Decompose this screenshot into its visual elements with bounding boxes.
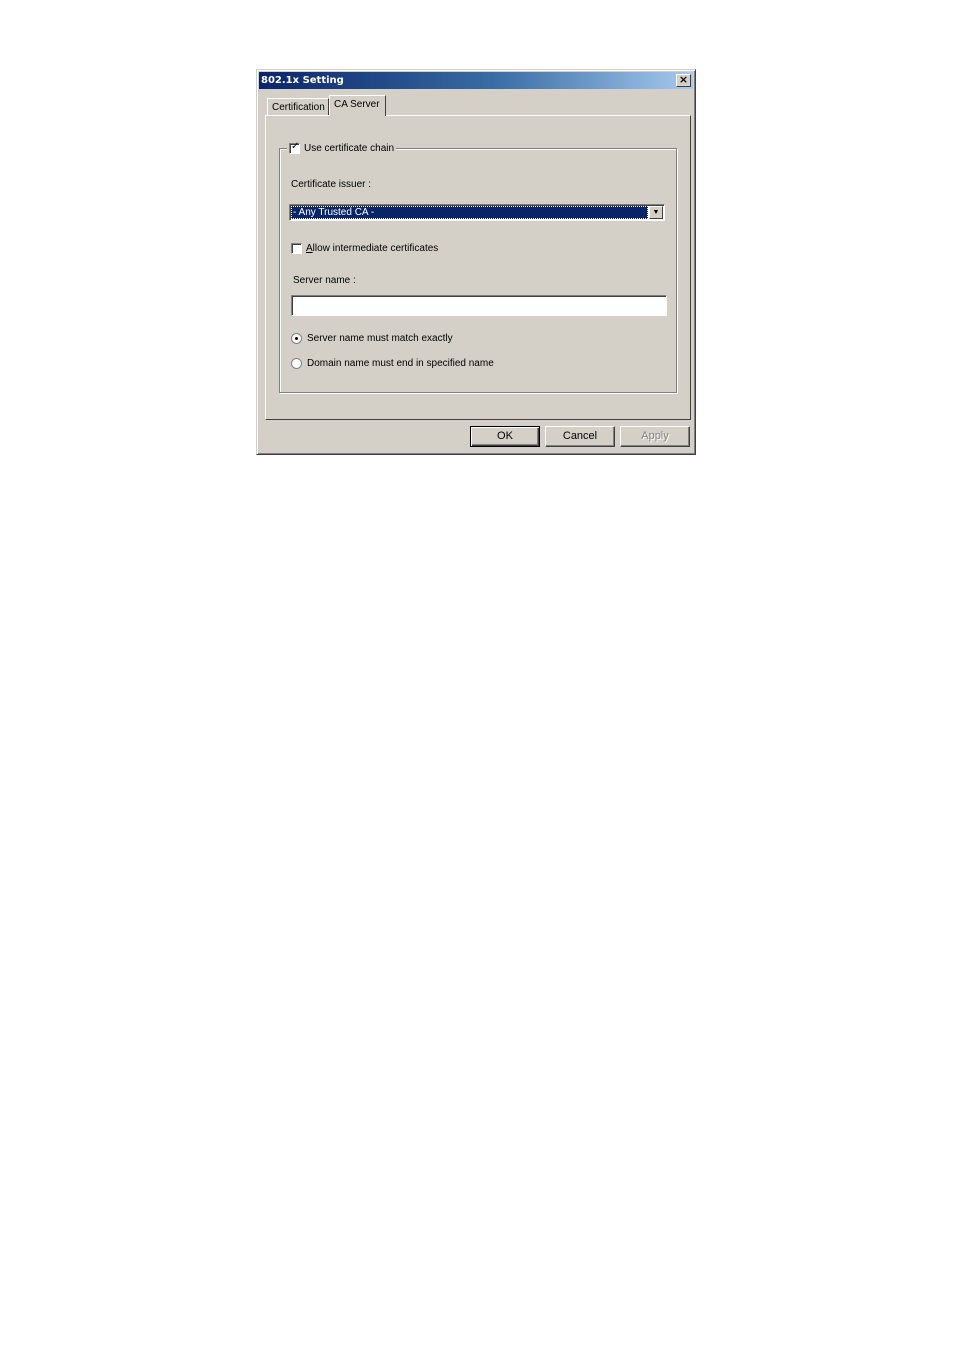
use-chain-label: Use certificate chain — [304, 142, 395, 154]
allow-intermediate-label: Allow intermediate certificates — [306, 243, 439, 254]
cancel-button[interactable]: Cancel — [545, 426, 615, 447]
radio-domain-end-label: Domain name must end in specified name — [307, 358, 494, 369]
allow-intermediate-row[interactable]: Allow intermediate certificates — [291, 243, 438, 254]
title-bar[interactable]: 802.1x Setting × — [259, 72, 693, 89]
allow-intermediate-checkbox[interactable] — [291, 243, 302, 254]
issuer-dropdown[interactable]: - Any Trusted CA - ▼ — [289, 204, 665, 221]
settings-dialog: 802.1x Setting × Certification CA Server… — [256, 69, 696, 455]
ok-button[interactable]: OK — [470, 426, 540, 447]
server-name-input[interactable] — [291, 295, 667, 316]
apply-button[interactable]: Apply — [620, 426, 690, 447]
radio-match-exactly-row[interactable]: Server name must match exactly — [291, 333, 453, 344]
checkmark-icon: ✓ — [291, 140, 300, 152]
tab-ca-server[interactable]: CA Server — [329, 95, 386, 116]
issuer-selected-value: - Any Trusted CA - — [291, 206, 648, 219]
use-chain-checkbox[interactable]: ✓ — [289, 140, 300, 154]
use-chain-checkbox-row[interactable]: ✓ Use certificate chain — [287, 140, 397, 156]
tab-certification[interactable]: Certification — [267, 98, 329, 116]
radio-match-exactly[interactable] — [291, 333, 302, 344]
tab-label: CA Server — [334, 99, 380, 110]
server-name-label: Server name : — [293, 275, 356, 286]
radio-domain-end[interactable] — [291, 358, 302, 369]
chevron-down-icon[interactable]: ▼ — [649, 206, 663, 219]
radio-domain-end-row[interactable]: Domain name must end in specified name — [291, 358, 494, 369]
tab-label: Certification — [272, 102, 325, 113]
issuer-label: Certificate issuer : — [291, 179, 372, 190]
radio-match-exactly-label: Server name must match exactly — [307, 333, 453, 344]
close-icon[interactable]: × — [676, 74, 691, 87]
dialog-title: 802.1x Setting — [261, 75, 344, 86]
